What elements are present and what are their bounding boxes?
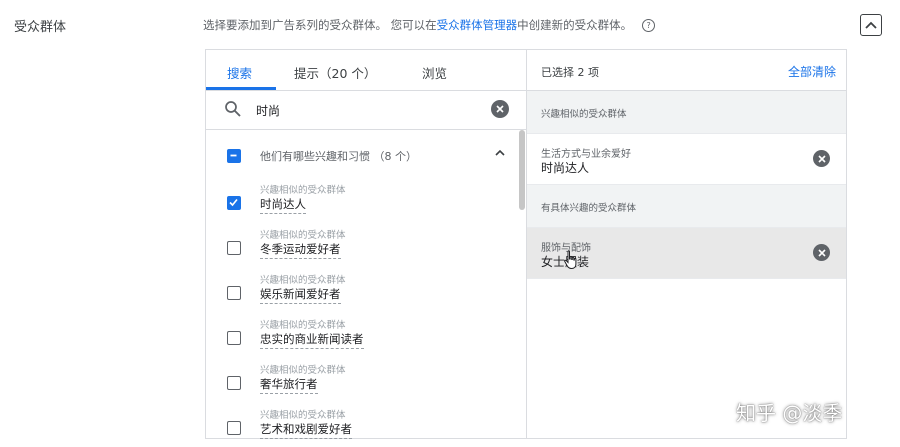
result-category: 兴趣相似的受众群体 [260,320,346,331]
result-item[interactable]: 兴趣相似的受众群体 冬季运动爱好者 [224,227,514,267]
search-icon [225,101,241,117]
result-group-header[interactable]: 他们有哪些兴趣和习惯 （8 个） [224,146,514,166]
result-checkbox[interactable] [227,241,241,255]
chevron-up-icon [865,21,877,29]
result-item[interactable]: 兴趣相似的受众群体 艺术和戏剧爱好者 [224,407,514,440]
result-category: 兴趣相似的受众群体 [260,365,346,376]
results-scrollbar[interactable] [519,130,525,210]
remove-icon [817,154,826,163]
minus-icon [230,154,237,157]
selected-category-header: 兴趣相似的受众群体 [527,91,846,134]
selected-item: 生活方式与业余爱好 时尚达人 [527,134,846,185]
selected-pane: 已选择 2 项 全部清除 兴趣相似的受众群体 生活方式与业余爱好 时尚达人 有具… [526,50,846,438]
remove-icon [817,248,826,257]
clear-all-button[interactable]: 全部清除 [788,63,836,80]
result-checkbox[interactable] [227,331,241,345]
clear-search-button[interactable] [491,100,509,118]
search-input[interactable]: 时尚 [256,102,280,119]
search-bar: 时尚 [206,90,526,130]
selected-item-parent: 生活方式与业余爱好 [541,149,631,160]
result-category: 兴趣相似的受众群体 [260,185,346,196]
selected-category-header: 有具体兴趣的受众群体 [527,185,846,228]
result-item[interactable]: 兴趣相似的受众群体 娱乐新闻爱好者 [224,272,514,312]
watermark: 知乎 @淡季 [736,401,843,425]
desc-text-before: 选择要添加到广告系列的受众群体。 您可以在 [203,18,437,32]
result-category: 兴趣相似的受众群体 [260,410,346,421]
result-name: 娱乐新闻爱好者 [260,286,341,304]
section-description: 选择要添加到广告系列的受众群体。 您可以在受众群体管理器中创建新的受众群体。? [203,17,656,33]
selected-category-label: 有具体兴趣的受众群体 [541,203,637,214]
desc-text-after: 中创建新的受众群体。 [517,18,633,32]
result-item[interactable]: 兴趣相似的受众群体 忠实的商业新闻读者 [224,317,514,357]
tab-browse[interactable]: 浏览 [422,63,447,82]
search-results-list: 他们有哪些兴趣和习惯 （8 个） 兴趣相似的受众群体 时尚达人 兴趣相似的受众群… [206,130,526,440]
search-pane: 搜索 提示（20 个） 浏览 时尚 他们有哪些兴趣和习惯 （8 个） 兴趣相似的… [206,50,526,440]
result-name: 冬季运动爱好者 [260,241,341,259]
check-icon [229,198,238,207]
hand-cursor-icon [564,250,577,270]
tab-suggestions[interactable]: 提示（20 个） [294,63,376,82]
result-checkbox[interactable] [227,196,241,210]
result-name: 奢华旅行者 [260,376,318,394]
selected-category-label: 兴趣相似的受众群体 [541,109,627,120]
tab-search[interactable]: 搜索 [227,63,252,82]
tab-bar: 搜索 提示（20 个） 浏览 [206,50,526,91]
audience-manager-link[interactable]: 受众群体管理器 [437,18,518,32]
remove-selected-button[interactable] [813,244,830,261]
audience-picker-panel: 搜索 提示（20 个） 浏览 时尚 他们有哪些兴趣和习惯 （8 个） 兴趣相似的… [205,49,847,439]
selected-header: 已选择 2 项 全部清除 [527,50,846,91]
result-name: 艺术和戏剧爱好者 [260,421,352,439]
section-title: 受众群体 [14,20,67,35]
result-name: 时尚达人 [260,196,306,214]
selected-count: 已选择 2 项 [541,66,599,79]
remove-selected-button[interactable] [813,150,830,167]
result-category: 兴趣相似的受众群体 [260,275,346,286]
result-name: 忠实的商业新闻读者 [260,331,364,349]
collapse-button[interactable] [860,14,882,36]
selected-item-name: 时尚达人 [541,161,590,175]
group-checkbox[interactable] [227,149,241,163]
result-checkbox[interactable] [227,376,241,390]
group-label: 他们有哪些兴趣和习惯 （8 个） [260,150,417,163]
clear-icon [496,105,504,113]
result-checkbox[interactable] [227,286,241,300]
result-item[interactable]: 兴趣相似的受众群体 奢华旅行者 [224,362,514,402]
chevron-up-icon[interactable] [494,148,506,158]
result-category: 兴趣相似的受众群体 [260,230,346,241]
result-checkbox[interactable] [227,421,241,435]
result-item[interactable]: 兴趣相似的受众群体 时尚达人 [224,182,514,222]
help-icon[interactable]: ? [642,19,656,32]
